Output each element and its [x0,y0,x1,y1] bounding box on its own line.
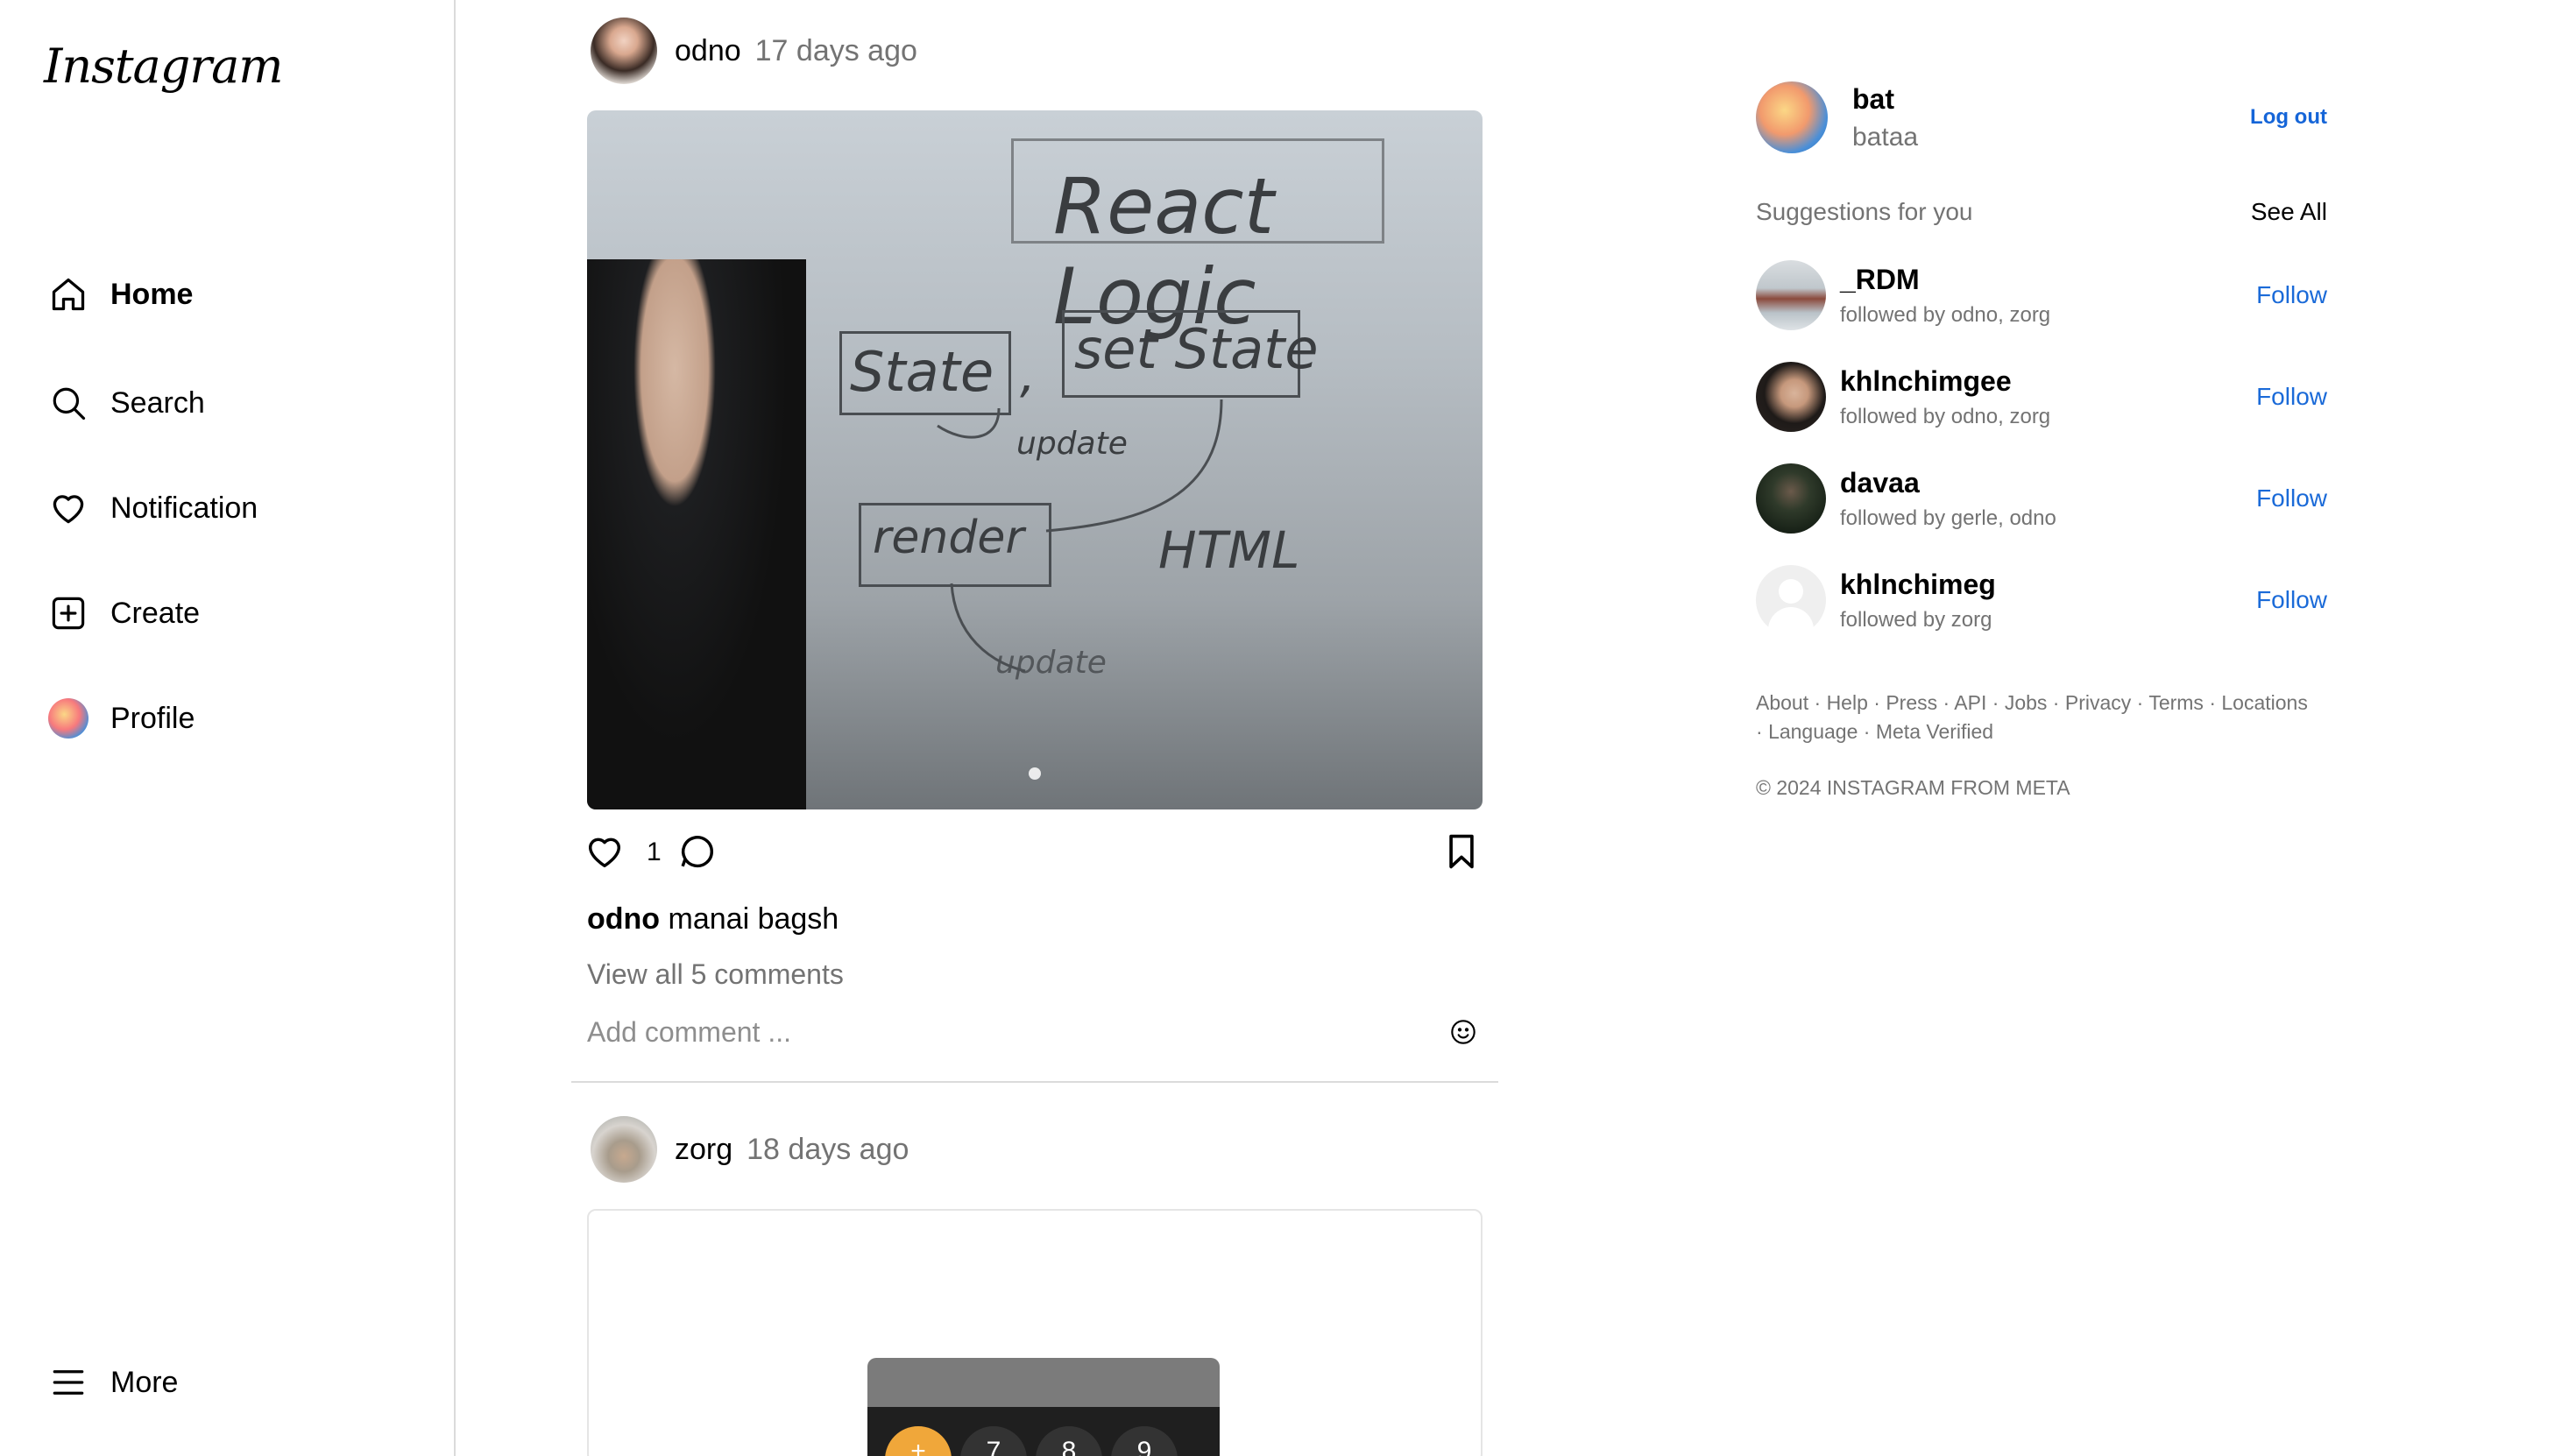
suggestion-username[interactable]: davaa [1840,467,2056,499]
suggestion-item: khlnchimgee followed by odno, zorg Follo… [1756,361,2327,433]
bookmark-icon[interactable] [1440,830,1483,873]
sidebar-item-search[interactable]: Search [47,375,205,431]
sidebar: Instagram Home Search Notification Creat… [0,0,456,1456]
avatar[interactable] [1756,362,1826,432]
default-avatar[interactable] [1756,565,1826,635]
suggestion-followed-by: followed by odno, zorg [1840,302,2051,327]
avatar[interactable] [1756,260,1826,330]
logout-button[interactable]: Log out [2250,105,2327,130]
footer-link-privacy[interactable]: Privacy [2065,691,2131,714]
footer-link-press[interactable]: Press [1886,691,1937,714]
menu-icon [47,1361,89,1403]
suggestion-username[interactable]: khlnchimeg [1840,569,1996,601]
post-username[interactable]: odno [675,34,741,68]
right-column: bat bataa Log out Suggestions for you Se… [1756,0,2327,1456]
carousel-dot[interactable] [1029,767,1041,780]
post-actions: 1 [584,825,1486,878]
follow-button[interactable]: Follow [2256,586,2327,614]
caption-username[interactable]: odno [587,902,660,936]
avatar[interactable] [1756,81,1828,153]
current-user: bat bataa Log out [1756,81,2327,154]
search-icon [47,382,89,424]
avatar [47,697,89,739]
instagram-logo[interactable]: Instagram [44,39,283,94]
sidebar-item-create[interactable]: Create [47,585,200,641]
comment-icon[interactable] [676,830,718,873]
suggestion-username[interactable]: khlnchimgee [1840,365,2050,398]
feed: odno 17 days ago React Logic State , set… [571,0,1498,1456]
see-all-link[interactable]: See All [2251,198,2327,226]
follow-button[interactable]: Follow [2256,281,2327,309]
post-username[interactable]: zorg [675,1133,732,1167]
plus-square-icon [47,592,89,634]
footer-links: About · Help · Press · API · Jobs · Priv… [1756,691,2308,743]
calculator-preview: + 7 8 9 [867,1358,1220,1456]
suggestions-header: Suggestions for you See All [1756,198,2327,226]
sidebar-item-label: Profile [110,701,195,735]
footer-link-locations[interactable]: Locations [2221,691,2307,714]
suggestion-username[interactable]: _RDM [1840,264,2050,296]
footer-link-language[interactable]: Language [1768,720,1858,743]
suggestion-item: davaa followed by gerle, odno Follow [1756,463,2327,534]
avatar[interactable] [591,1116,657,1183]
presenter [587,259,806,809]
post-header: zorg 18 days ago [591,1116,909,1183]
caption-text: manai bagsh [668,902,839,936]
suggestion-followed-by: followed by zorg [1840,607,1992,632]
current-username[interactable]: bat [1852,83,1918,116]
sidebar-item-label: Notification [110,491,258,525]
footer-link-terms[interactable]: Terms [2148,691,2204,714]
follow-button[interactable]: Follow [2256,383,2327,411]
suggestion-followed-by: followed by odno, zorg [1840,404,2051,428]
emoji-icon[interactable] [1446,1014,1481,1050]
view-comments-link[interactable]: View all 5 comments [587,958,844,991]
sidebar-item-profile[interactable]: Profile [47,690,195,746]
footer-link-meta-verified[interactable]: Meta Verified [1876,720,1993,743]
follow-button[interactable]: Follow [2256,484,2327,512]
post-image[interactable]: React Logic State , set State update ren… [587,110,1483,809]
suggestion-item: khlnchimeg followed by zorg Follow [1756,564,2327,636]
current-user-handle: bataa [1852,122,1919,152]
like-count: 1 [647,838,662,866]
post-timestamp: 18 days ago [747,1132,909,1166]
avatar[interactable] [1756,463,1826,534]
comment-row [587,1013,1483,1051]
sidebar-item-label: Create [110,596,201,630]
footer-link-help[interactable]: Help [1827,691,1868,714]
suggestions-title: Suggestions for you [1756,198,1973,225]
suggestion-followed-by: followed by gerle, odno [1840,505,2056,530]
post-image[interactable]: + 7 8 9 [587,1209,1483,1456]
more-label: More [110,1365,179,1399]
footer-link-about[interactable]: About [1756,691,1808,714]
home-icon [47,273,89,315]
avatar[interactable] [591,18,657,84]
sidebar-item-label: Search [110,385,205,420]
footer-link-jobs[interactable]: Jobs [2005,691,2048,714]
post-timestamp: 17 days ago [754,33,917,67]
sidebar-item-notification[interactable]: Notification [47,480,258,536]
sidebar-item-home[interactable]: Home [47,266,193,322]
copyright: © 2024 INSTAGRAM FROM META [1756,776,2070,799]
comment-input[interactable] [587,1015,1376,1049]
post-header: odno 17 days ago [591,18,917,84]
heart-icon[interactable] [584,830,626,873]
post-caption: odno manai bagsh [587,902,839,937]
post-divider [571,1081,1498,1083]
sidebar-item-label: Home [110,277,194,311]
sidebar-item-more[interactable]: More [47,1354,178,1410]
footer-link-api[interactable]: API [1954,691,1986,714]
heart-icon [47,487,89,529]
suggestion-item: _RDM followed by odno, zorg Follow [1756,259,2327,331]
